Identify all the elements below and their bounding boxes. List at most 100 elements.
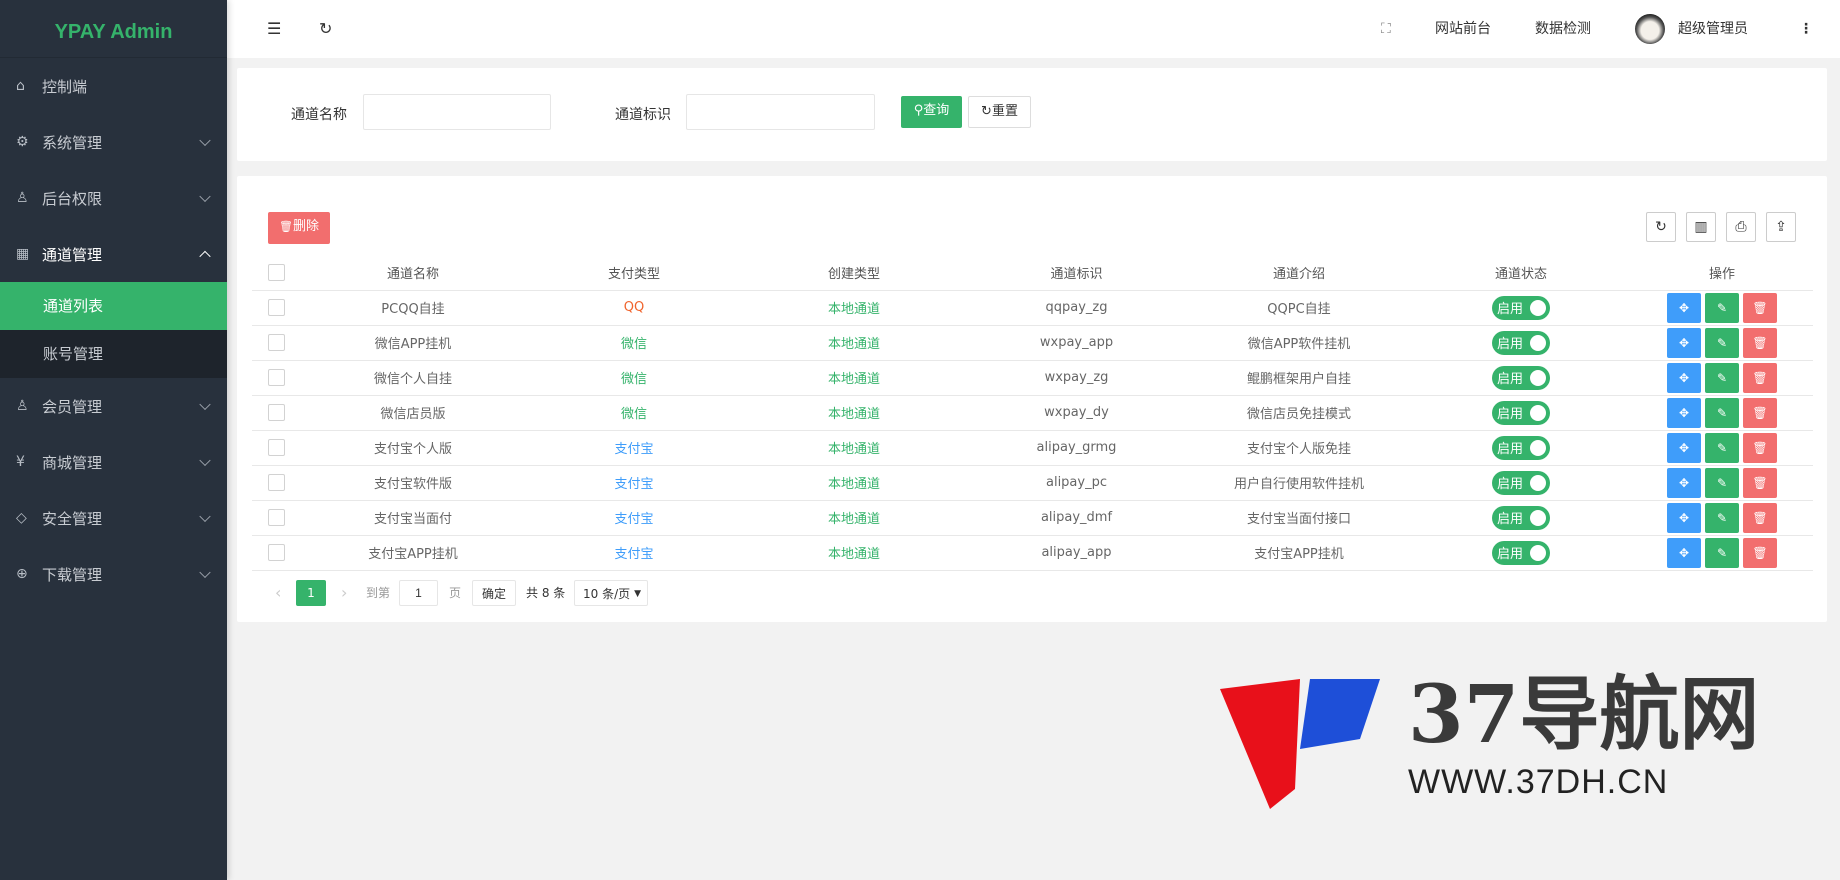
chevron-down-icon xyxy=(199,190,211,203)
watermark-emblem xyxy=(1220,679,1380,809)
sidebar-item-6[interactable]: ◇ 安全管理 xyxy=(0,490,227,546)
next-page-button[interactable]: › xyxy=(341,580,347,606)
select-all-checkbox[interactable] xyxy=(267,263,285,281)
move-button[interactable]: ✥ xyxy=(1667,432,1701,463)
reset-button[interactable]: ↻重置 xyxy=(968,96,1031,128)
pay-type: 支付宝 xyxy=(526,500,742,536)
create-type: 本地通道 xyxy=(742,465,966,501)
export-icon: ⇪ xyxy=(1775,219,1787,235)
status-label: 启用 xyxy=(1497,477,1524,492)
status-toggle[interactable]: 启用 xyxy=(1492,435,1550,460)
edit-button[interactable]: ✎ xyxy=(1705,432,1739,463)
fullscreen-icon[interactable]: ⛶ xyxy=(1381,0,1391,58)
sidebar-subitem-1[interactable]: 账号管理 xyxy=(0,330,227,378)
site-front-link[interactable]: 网站前台 xyxy=(1435,0,1491,58)
edit-button[interactable]: ✎ xyxy=(1705,537,1739,568)
move-button[interactable]: ✥ xyxy=(1667,537,1701,568)
row-checkbox[interactable] xyxy=(267,299,285,316)
sidebar-item-4[interactable]: ♙ 会员管理 xyxy=(0,378,227,434)
sidebar-item-label: 会员管理 xyxy=(42,397,103,416)
sidebar-item-3[interactable]: ▦ 通道管理 xyxy=(0,226,227,282)
move-button[interactable]: ✥ xyxy=(1667,502,1701,533)
pay-type: 支付宝 xyxy=(526,535,742,571)
status-toggle[interactable]: 启用 xyxy=(1492,330,1550,355)
channel-name-input[interactable] xyxy=(363,94,551,130)
edit-button[interactable]: ✎ xyxy=(1705,362,1739,393)
status-toggle[interactable]: 启用 xyxy=(1492,365,1550,390)
move-button[interactable]: ✥ xyxy=(1667,292,1701,323)
sidebar-item-7[interactable]: ⊕ 下载管理 xyxy=(0,546,227,602)
download-icon: ⊕ xyxy=(16,566,28,582)
status-toggle[interactable]: 启用 xyxy=(1492,295,1550,320)
status-toggle[interactable]: 启用 xyxy=(1492,505,1550,530)
delete-row-button[interactable]: 🗑 xyxy=(1743,502,1777,533)
columns-button[interactable]: ▥ xyxy=(1686,212,1716,242)
per-page-select[interactable]: 10 条/页 ▼ xyxy=(574,580,648,606)
delete-row-button[interactable]: 🗑 xyxy=(1743,362,1777,393)
status-toggle[interactable]: 启用 xyxy=(1492,540,1550,565)
edit-button[interactable]: ✎ xyxy=(1705,292,1739,323)
channel-intro: 支付宝个人版免挂 xyxy=(1187,430,1411,466)
row-checkbox[interactable] xyxy=(267,544,285,561)
goto-confirm-button[interactable]: 确定 xyxy=(472,580,516,606)
page-1-button[interactable]: 1 xyxy=(296,580,326,606)
refresh-icon[interactable]: ↻ xyxy=(319,0,332,58)
row-checkbox[interactable] xyxy=(267,439,285,456)
sidebar-item-1[interactable]: ⚙ 系统管理 xyxy=(0,114,227,170)
channel-intro: QQPC自挂 xyxy=(1187,290,1411,326)
table-row: PCQQ自挂 QQ 本地通道 qqpay_zg QQPC自挂 启用 ✥ ✎ 🗑 xyxy=(252,290,1813,326)
trash-icon: 🗑 xyxy=(1752,300,1768,315)
row-checkbox[interactable] xyxy=(267,369,285,386)
status-toggle[interactable]: 启用 xyxy=(1492,470,1550,495)
sidebar-item-2[interactable]: ♙ 后台权限 xyxy=(0,170,227,226)
row-checkbox[interactable] xyxy=(267,474,285,491)
pencil-icon: ✎ xyxy=(1716,405,1728,420)
move-button[interactable]: ✥ xyxy=(1667,362,1701,393)
channel-name-label: 通道名称 xyxy=(291,107,347,123)
menu-toggle-icon[interactable]: ☰ xyxy=(267,0,281,58)
status-toggle[interactable]: 启用 xyxy=(1492,400,1550,425)
delete-row-button[interactable]: 🗑 xyxy=(1743,537,1777,568)
query-button[interactable]: ⚲查询 xyxy=(901,96,962,128)
avatar[interactable] xyxy=(1635,14,1665,44)
prev-page-button[interactable]: ‹ xyxy=(275,580,281,606)
move-button[interactable]: ✥ xyxy=(1667,467,1701,498)
sidebar-item-0[interactable]: ⌂ 控制端 xyxy=(0,58,227,114)
edit-button[interactable]: ✎ xyxy=(1705,397,1739,428)
table-row: 支付宝软件版 支付宝 本地通道 alipay_pc 用户自行使用软件挂机 启用 … xyxy=(252,465,1813,501)
move-button[interactable]: ✥ xyxy=(1667,397,1701,428)
export-button[interactable]: ⇪ xyxy=(1766,212,1796,242)
delete-row-button[interactable]: 🗑 xyxy=(1743,327,1777,358)
delete-row-button[interactable]: 🗑 xyxy=(1743,467,1777,498)
total-count: 共 8 条 xyxy=(526,586,566,600)
chevron-down-icon xyxy=(199,454,211,467)
channel-name: 微信店员版 xyxy=(300,395,526,431)
sidebar-item-label: 下载管理 xyxy=(42,565,103,584)
delete-row-button[interactable]: 🗑 xyxy=(1743,432,1777,463)
delete-row-button[interactable]: 🗑 xyxy=(1743,292,1777,323)
more-icon[interactable]: ⋮ xyxy=(1799,0,1813,58)
per-page-value: 10 条/页 xyxy=(583,587,631,601)
row-checkbox[interactable] xyxy=(267,509,285,526)
goto-page-input[interactable] xyxy=(399,580,438,606)
toggle-knob xyxy=(1530,544,1546,561)
sidebar-item-5[interactable]: ¥ 商城管理 xyxy=(0,434,227,490)
edit-button[interactable]: ✎ xyxy=(1705,327,1739,358)
sidebar-subitem-0[interactable]: 通道列表 xyxy=(0,282,227,330)
status-label: 启用 xyxy=(1497,302,1524,317)
trash-icon: 🗑 xyxy=(1752,510,1768,525)
refresh-table-button[interactable]: ↻ xyxy=(1646,212,1676,242)
move-button[interactable]: ✥ xyxy=(1667,327,1701,358)
row-checkbox[interactable] xyxy=(267,404,285,421)
query-label: 查询 xyxy=(923,103,950,118)
print-button[interactable]: ⎙ xyxy=(1726,212,1756,242)
channel-ident-input[interactable] xyxy=(686,94,875,130)
move-icon: ✥ xyxy=(1678,405,1690,420)
data-check-link[interactable]: 数据检测 xyxy=(1535,0,1591,58)
row-checkbox[interactable] xyxy=(267,334,285,351)
edit-button[interactable]: ✎ xyxy=(1705,467,1739,498)
delete-button[interactable]: 🗑删除 xyxy=(268,212,330,244)
edit-button[interactable]: ✎ xyxy=(1705,502,1739,533)
user-name[interactable]: 超级管理员 xyxy=(1678,0,1748,58)
delete-row-button[interactable]: 🗑 xyxy=(1743,397,1777,428)
